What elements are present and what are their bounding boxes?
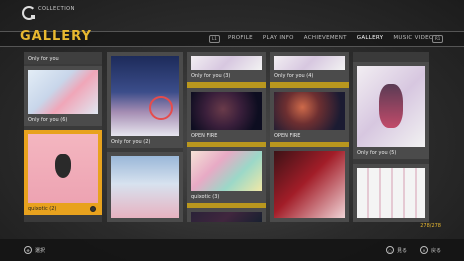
tab-music-video[interactable]: MUSIC VIDEO — [393, 35, 433, 41]
gallery-item-caption: OPEN FIRE — [191, 133, 218, 139]
gallery-thumbnail — [191, 92, 262, 130]
view-hint-label: 見る — [397, 247, 408, 254]
gallery-thumbnail — [191, 151, 262, 191]
tab-gallery[interactable]: GALLERY — [357, 35, 384, 41]
close-hint[interactable]: ✕ 戻る — [420, 246, 441, 254]
gallery-thumbnail — [111, 156, 179, 218]
gallery-item[interactable]: Only for you (4) — [270, 52, 349, 82]
settings-icon — [90, 206, 96, 212]
close-hint-label: 戻る — [431, 247, 442, 254]
character-silhouette — [55, 154, 71, 178]
tab-profile[interactable]: PROFILE — [228, 35, 253, 41]
gallery-item-caption: OPEN FIRE — [274, 133, 301, 139]
gallery-item[interactable] — [270, 147, 349, 222]
gallery-thumbnail — [28, 134, 98, 203]
gallery-item-caption: Only for you (4) — [274, 73, 314, 79]
page-title: GALLERY — [20, 29, 92, 44]
gallery-item[interactable] — [187, 208, 266, 222]
gallery-thumbnail — [274, 56, 345, 70]
gallery-item-caption: Only for you (5) — [357, 150, 397, 156]
gallery-item[interactable]: quixotic (3) — [187, 147, 266, 203]
gallery-item[interactable] — [353, 164, 429, 222]
gallery-thumbnail — [274, 92, 345, 130]
gallery-item[interactable]: OPEN FIRE — [187, 88, 266, 142]
tab-play-info[interactable]: PLAY INFO — [263, 35, 294, 41]
select-hint: ✥ 選択 — [24, 246, 45, 254]
gallery-item-caption: Only for you — [28, 56, 59, 62]
gallery-item-caption: quixotic (2) — [28, 206, 57, 212]
gallery-thumbnail — [28, 70, 98, 114]
gallery-thumbnail — [191, 212, 262, 222]
collection-logo-icon — [22, 6, 36, 20]
gallery-item-caption: Only for you (2) — [111, 139, 151, 145]
item-counter: 278/278 — [420, 223, 441, 229]
gallery-item[interactable]: Only for you (2) — [107, 52, 183, 148]
l1-button-icon[interactable]: L1 — [209, 35, 220, 43]
logo-dot — [31, 15, 35, 19]
gallery-item-selected[interactable]: quixotic (2) — [24, 130, 102, 215]
gallery-item[interactable]: Only for you (5) — [353, 62, 429, 159]
select-hint-label: 選択 — [35, 247, 46, 254]
gallery-item-caption: quixotic (3) — [191, 194, 220, 200]
gallery-thumbnail — [357, 66, 425, 147]
gallery-item[interactable] — [107, 152, 183, 222]
dpad-icon: ✥ — [24, 246, 32, 254]
gallery-item[interactable]: Only for you (6) — [24, 66, 102, 126]
tab-achievement[interactable]: ACHIEVEMENT — [304, 35, 347, 41]
ferris-wheel — [149, 96, 173, 120]
gallery-thumbnail — [274, 151, 345, 218]
gallery-thumbnail — [191, 56, 262, 70]
tab-bar: PROFILE PLAY INFO ACHIEVEMENT GALLERY MU… — [228, 35, 434, 41]
gallery-item[interactable]: OPEN FIRE — [270, 88, 349, 142]
gallery-thumbnail — [111, 56, 179, 136]
cross-button-icon: ✕ — [420, 246, 428, 254]
gallery-item[interactable]: Only for you (3) — [187, 52, 266, 82]
breadcrumb: COLLECTION — [38, 6, 75, 12]
circle-button-icon: ○ — [386, 246, 394, 254]
gallery-item-caption: Only for you (3) — [191, 73, 231, 79]
view-hint[interactable]: ○ 見る — [386, 246, 407, 254]
gallery-item-caption: Only for you (6) — [28, 117, 68, 123]
gallery-item[interactable]: Only for you — [24, 52, 102, 64]
gallery-thumbnail — [357, 168, 425, 218]
r1-button-icon[interactable]: R1 — [432, 35, 444, 43]
character-silhouette — [379, 84, 403, 128]
